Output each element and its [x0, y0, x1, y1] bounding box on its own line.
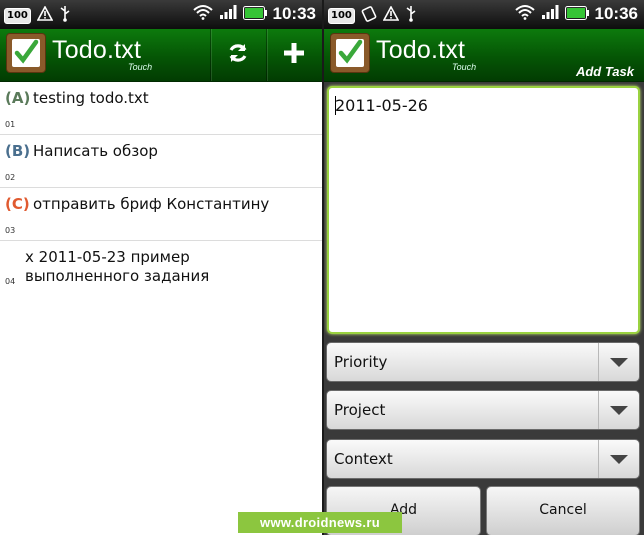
app-header: Todo.txt Touch: [0, 29, 322, 82]
wifi-icon: [192, 4, 213, 24]
task-row[interactable]: (C) отправить бриф Константину 03: [0, 188, 322, 241]
app-title: Todo.txt: [376, 36, 466, 64]
add-task-button[interactable]: [266, 29, 322, 81]
add-task-screen: 100 10:36 Todo.txt Touch Add Task 2011-0…: [324, 0, 644, 535]
task-input[interactable]: 2011-05-26: [327, 86, 640, 334]
battery-percent-icon: 100: [4, 7, 31, 24]
task-list: (A) testing todo.txt 01 (B) Написать обз…: [0, 82, 322, 535]
add-task-form: 2011-05-26 Priority Project Context Add …: [324, 82, 644, 535]
app-subtitle: Touch: [128, 62, 153, 72]
task-input-value: 2011-05-26: [335, 96, 428, 115]
status-bar: 100 10:33: [0, 0, 322, 29]
dropdown-arrow-icon: [610, 358, 628, 367]
task-text: отправить бриф Константину: [33, 195, 270, 213]
task-text: Написать обзор: [33, 142, 158, 160]
usb-icon: [405, 5, 417, 26]
signal-icon: [541, 4, 559, 24]
warning-icon: [36, 5, 54, 25]
rotate-icon: [361, 5, 377, 26]
battery-icon: [564, 5, 589, 24]
usb-icon: [59, 5, 71, 26]
refresh-icon: [229, 44, 247, 62]
task-priority: (A): [5, 89, 31, 107]
task-number: 04: [5, 277, 16, 286]
app-title: Todo.txt: [52, 36, 142, 64]
dropdown-arrow-icon: [610, 406, 628, 415]
battery-icon: [242, 5, 267, 24]
task-text: x 2011-05-23 пример выполненного задания: [25, 248, 210, 285]
cancel-button[interactable]: Cancel: [486, 486, 640, 535]
project-spinner[interactable]: Project: [326, 390, 640, 430]
battery-percent-icon: 100: [328, 7, 355, 24]
app-subtitle: Touch: [452, 62, 477, 72]
checklist-icon: [330, 33, 370, 73]
task-number: 02: [5, 173, 16, 182]
task-priority: (C): [5, 195, 30, 213]
status-bar: 100 10:36: [324, 0, 644, 29]
priority-spinner[interactable]: Priority: [326, 342, 640, 382]
task-number: 03: [5, 226, 16, 235]
task-list-screen: 100 10:33 Todo.txt Touch (A) testing tod…: [0, 0, 322, 535]
warning-icon: [382, 5, 400, 25]
project-spinner-label: Project: [334, 401, 386, 419]
task-row[interactable]: (A) testing todo.txt 01: [0, 82, 322, 135]
screen-title: Add Task: [575, 64, 634, 79]
dropdown-arrow-icon: [610, 455, 628, 464]
refresh-button[interactable]: [210, 29, 266, 81]
app-header: Todo.txt Touch Add Task: [324, 29, 644, 82]
task-number: 01: [5, 120, 16, 129]
plus-icon: [284, 43, 304, 63]
task-row[interactable]: x 2011-05-23 пример выполненного задания…: [0, 241, 322, 321]
clock: 10:33: [272, 4, 316, 23]
clock: 10:36: [594, 4, 638, 23]
text-cursor: [335, 96, 336, 115]
checklist-icon: [6, 33, 46, 73]
task-text: testing todo.txt: [33, 89, 149, 107]
priority-spinner-label: Priority: [334, 353, 388, 371]
watermark: www.droidnews.ru: [238, 512, 402, 533]
context-spinner-label: Context: [334, 450, 393, 468]
signal-icon: [219, 4, 237, 24]
context-spinner[interactable]: Context: [326, 439, 640, 479]
task-row[interactable]: (B) Написать обзор 02: [0, 135, 322, 188]
task-priority: (B): [5, 142, 31, 160]
wifi-icon: [514, 4, 535, 24]
